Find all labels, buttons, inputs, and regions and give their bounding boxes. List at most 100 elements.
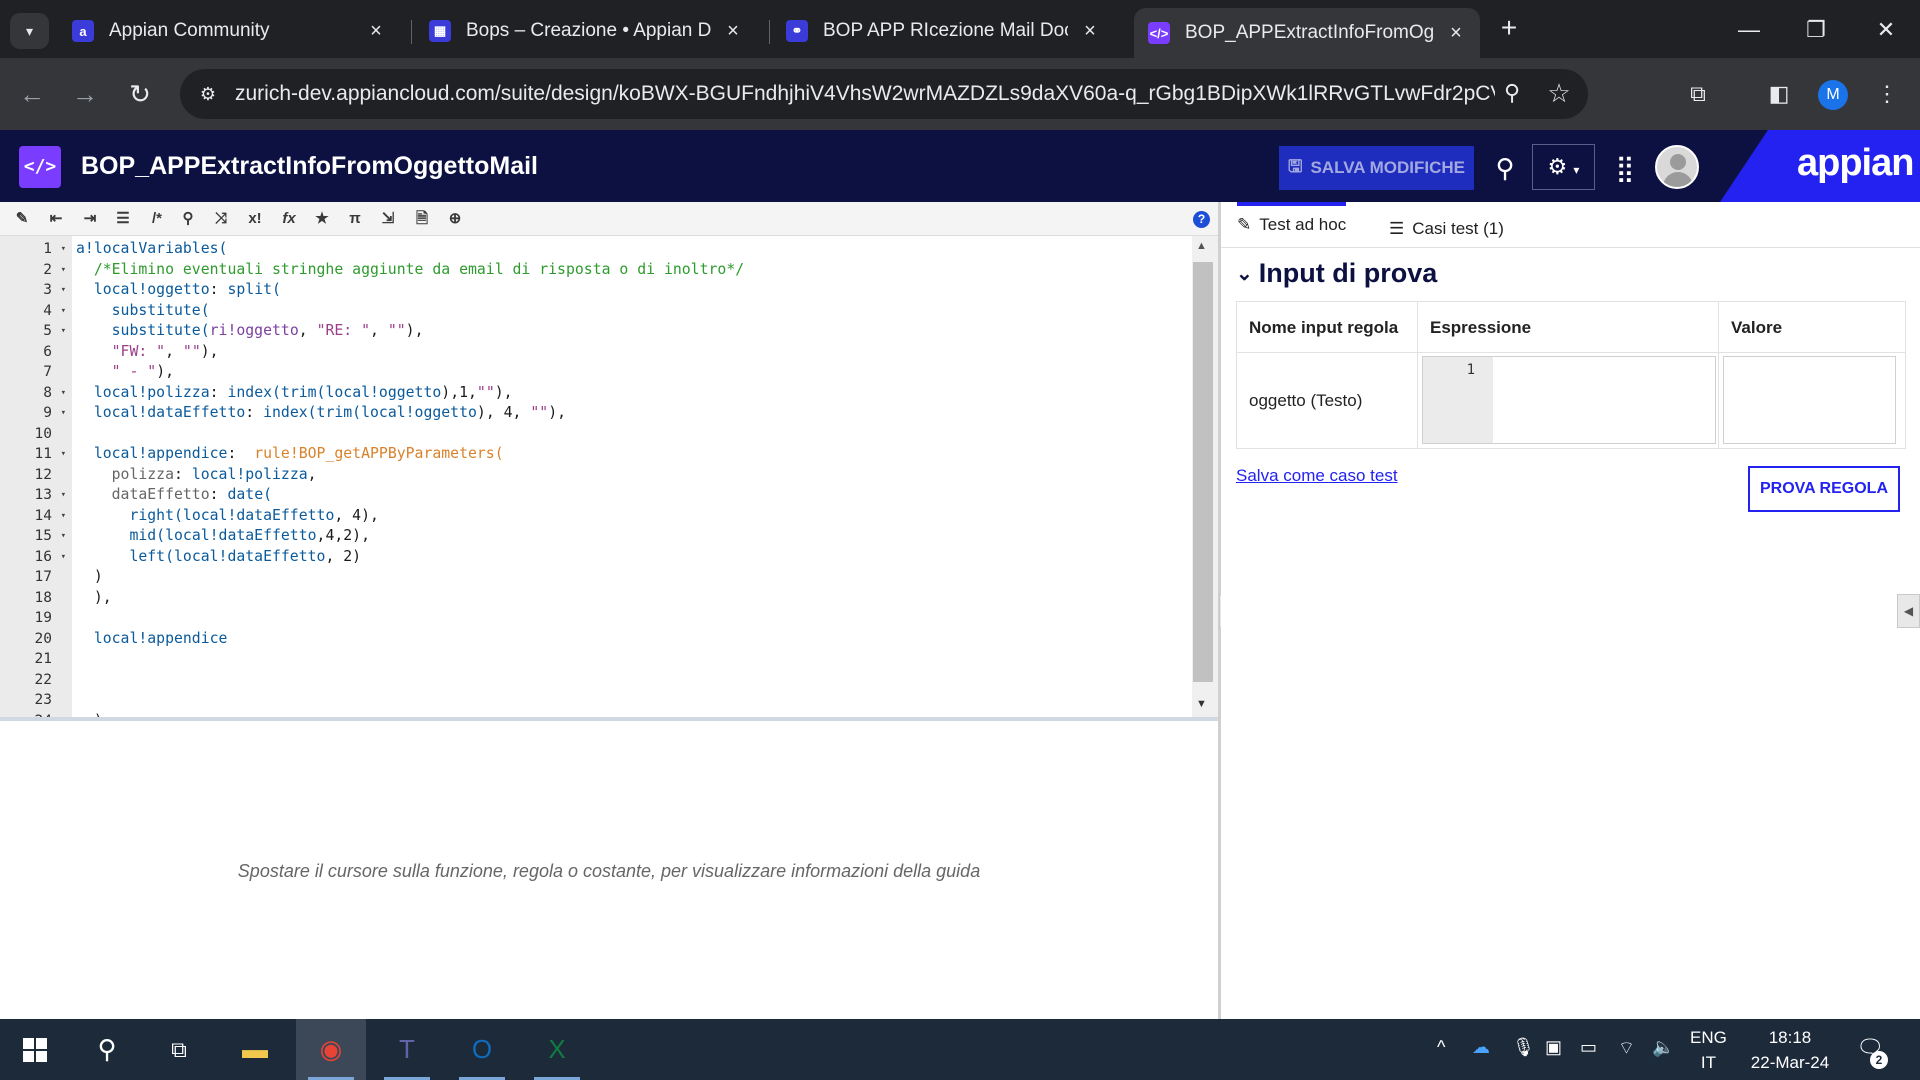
code-line[interactable]: local!oggetto: split( (76, 280, 1192, 301)
user-avatar[interactable] (1655, 145, 1699, 189)
teams-icon[interactable]: T (372, 1019, 442, 1080)
tab-casi-test[interactable]: ☰ Casi test (1) (1389, 210, 1504, 248)
code-line[interactable]: a!localVariables( (76, 239, 1192, 260)
code-line[interactable]: polizza: local!polizza, (76, 465, 1192, 486)
favorite-star-icon[interactable]: ★ (311, 208, 333, 230)
code-line[interactable]: substitute( (76, 301, 1192, 322)
code-line[interactable]: ) (76, 567, 1192, 588)
browser-menu-icon[interactable]: ⋮ (1869, 76, 1905, 112)
replace-shuffle-icon[interactable]: ⤨ (210, 208, 232, 230)
list-icon[interactable]: ☰ (112, 208, 134, 230)
find-icon[interactable]: ⚲ (177, 208, 199, 230)
code-line[interactable]: local!polizza: index(trim(local!oggetto)… (76, 383, 1192, 404)
save-as-test-case-link[interactable]: Salva come caso test (1236, 466, 1398, 486)
zoom-magnifier-icon[interactable]: ⚲ (1498, 80, 1526, 108)
fold-arrow-icon[interactable]: ▾ (61, 280, 66, 301)
settings-gear-dropdown[interactable]: ⚙ ▾ (1532, 144, 1595, 190)
system-clock[interactable]: 18:18 22-Mar-24 (1735, 1025, 1845, 1075)
code-line[interactable]: /*Elimino eventuali stringhe aggiunte da… (76, 260, 1192, 281)
app-launcher-grid-icon[interactable]: ⣿ (1605, 148, 1645, 188)
display-icon[interactable]: ▣ (1545, 1037, 1562, 1058)
profile-avatar[interactable]: M (1818, 80, 1848, 110)
code-line[interactable]: local!appendice (76, 629, 1192, 650)
code-line[interactable]: local!dataEffetto: index(trim(local!ogge… (76, 403, 1192, 424)
back-arrow-icon[interactable]: ← (14, 76, 50, 112)
close-tab-icon[interactable]: × (366, 20, 386, 43)
inspect-doc-icon[interactable]: 🗎 (411, 208, 433, 230)
battery-icon[interactable]: ▭ (1580, 1037, 1597, 1058)
expression-input[interactable]: 1 (1422, 356, 1716, 444)
tab-search-chevron-icon[interactable]: ▾ (10, 13, 49, 49)
tab-test-ad-hoc[interactable]: ✎ Test ad hoc (1237, 202, 1347, 240)
fold-arrow-icon[interactable]: ▾ (61, 506, 66, 527)
export-icon[interactable]: ⇲ (377, 208, 399, 230)
code-line[interactable]: local!appendice: rule!BOP_getAPPByParame… (76, 444, 1192, 465)
scroll-down-arrow-icon[interactable]: ▼ (1196, 698, 1207, 710)
fold-arrow-icon[interactable]: ▾ (61, 526, 66, 547)
url-text[interactable]: zurich-dev.appiancloud.com/suite/design/… (235, 82, 1495, 106)
outlook-icon[interactable]: O (447, 1019, 517, 1080)
code-line[interactable]: right(local!dataEffetto, 4), (76, 506, 1192, 527)
code-line[interactable] (76, 690, 1192, 711)
outdent-icon[interactable]: ⇤ (45, 208, 67, 230)
fold-arrow-icon[interactable]: ▾ (61, 239, 66, 260)
browser-tab-active-rule[interactable]: </> BOP_APPExtractInfoFromOggettoMail × (1134, 8, 1480, 58)
wifi-icon[interactable]: ⌔ (1618, 1037, 1635, 1060)
bookmark-star-icon[interactable]: ☆ (1544, 78, 1574, 108)
fold-arrow-icon[interactable]: ▾ (61, 321, 66, 342)
close-tab-icon[interactable]: × (1446, 22, 1466, 45)
collapse-right-arrow-icon[interactable]: ◀ (1897, 594, 1920, 628)
code-line[interactable]: dataEffetto: date( (76, 485, 1192, 506)
fold-arrow-icon[interactable]: ▾ (61, 485, 66, 506)
code-line[interactable]: left(local!dataEffetto, 2) (76, 547, 1192, 568)
browser-tab-bops-designer[interactable]: ▦ Bops – Creazione • Appian Designer × (415, 8, 757, 54)
side-panel-icon[interactable]: ◧ (1761, 76, 1797, 112)
fold-arrow-icon[interactable]: ▾ (61, 260, 66, 281)
minimize-window-icon[interactable]: — (1729, 10, 1769, 50)
address-bar[interactable]: ⚙ zurich-dev.appiancloud.com/suite/desig… (180, 69, 1588, 119)
task-view-icon[interactable]: ⧉ (144, 1019, 214, 1080)
fold-arrow-icon[interactable]: ▾ (61, 444, 66, 465)
language-indicator[interactable]: ENG IT (1690, 1025, 1727, 1075)
file-explorer-icon[interactable]: ▬ (220, 1019, 290, 1080)
globe-icon[interactable]: ⊕ (444, 208, 466, 230)
save-changes-button[interactable]: 🖫 SALVA MODIFICHE (1279, 146, 1474, 190)
input-section-header[interactable]: ⌄ Input di prova (1236, 258, 1437, 289)
comment-icon[interactable]: /* (146, 208, 168, 230)
test-rule-button[interactable]: PROVA REGOLA (1748, 466, 1900, 512)
format-wand-icon[interactable]: ✎ (11, 208, 33, 230)
taskbar-search-icon[interactable]: ⚲ (72, 1019, 142, 1080)
code-line[interactable]: mid(local!dataEffetto,4,2), (76, 526, 1192, 547)
site-info-icon[interactable]: ⚙ (196, 82, 220, 106)
browser-tab-bop-app-ricezione[interactable]: ⚭ BOP APP RIcezione Mail Documenti × (772, 8, 1114, 54)
chrome-taskbar-icon[interactable]: ◉ (296, 1019, 366, 1080)
code-line[interactable]: ), (76, 588, 1192, 609)
onedrive-cloud-icon[interactable]: ☁ (1472, 1037, 1490, 1058)
close-tab-icon[interactable]: × (723, 20, 743, 43)
new-tab-button[interactable]: + (1494, 14, 1524, 44)
help-icon[interactable]: ? (1193, 211, 1210, 228)
reload-icon[interactable]: ↻ (122, 76, 158, 112)
fold-arrow-icon[interactable]: ▾ (61, 383, 66, 404)
code-line[interactable] (76, 649, 1192, 670)
search-icon[interactable]: ⚲ (1485, 148, 1525, 188)
browser-tab-appian-community[interactable]: a Appian Community × (58, 8, 400, 54)
scroll-up-arrow-icon[interactable]: ▲ (1196, 240, 1207, 252)
editor-scrollbar-thumb[interactable] (1193, 262, 1213, 682)
code-line[interactable] (76, 608, 1192, 629)
close-window-icon[interactable]: ✕ (1866, 10, 1906, 50)
clear-format-icon[interactable]: x! (244, 208, 266, 230)
fold-arrow-icon[interactable]: ▾ (61, 547, 66, 568)
code-line[interactable]: substitute(ri!oggetto, "RE: ", ""), (76, 321, 1192, 342)
close-tab-icon[interactable]: × (1080, 20, 1100, 43)
restore-window-icon[interactable]: ❐ (1796, 10, 1836, 50)
function-icon[interactable]: fx (278, 208, 300, 230)
code-line[interactable] (76, 670, 1192, 691)
excel-icon[interactable]: X (522, 1019, 592, 1080)
indent-icon[interactable]: ⇥ (79, 208, 101, 230)
fold-arrow-icon[interactable]: ▾ (61, 403, 66, 424)
volume-icon[interactable]: 🔈 (1652, 1037, 1674, 1058)
code-area[interactable]: a!localVariables( /*Elimino eventuali st… (72, 236, 1192, 717)
extensions-puzzle-icon[interactable]: ⧉ (1680, 76, 1716, 112)
start-button[interactable] (0, 1019, 70, 1080)
